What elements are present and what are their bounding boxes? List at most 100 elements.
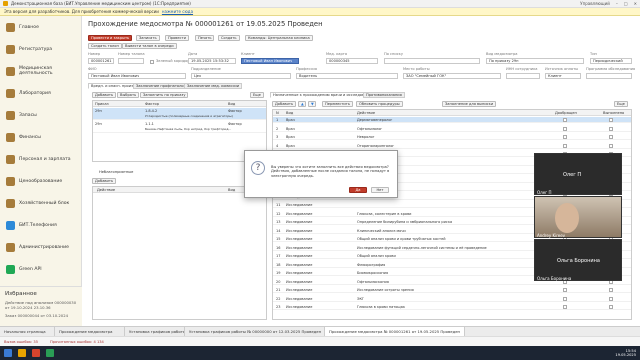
- update-procedures-button[interactable]: Обновить процедуры: [356, 101, 403, 107]
- number-field[interactable]: 000001261: [88, 58, 114, 64]
- favorite-item[interactable]: Заказ 000000044 от 03.10.2024: [5, 313, 77, 318]
- sidebar-item[interactable]: БИТ.Телефония: [0, 214, 81, 236]
- right-add-button[interactable]: Добавить: [272, 101, 297, 107]
- app-icon[interactable]: [46, 349, 54, 357]
- table-row[interactable]: 4 Врач Оториноларинголог: [273, 143, 631, 149]
- sidebar-item[interactable]: Регистратура: [0, 38, 81, 60]
- green-corridor-label: Зеленый коридор: [156, 59, 190, 63]
- exam-kind-field[interactable]: По приказу 29н: [486, 58, 584, 64]
- post-button[interactable]: Провести: [165, 35, 189, 41]
- app-icon[interactable]: [32, 349, 40, 357]
- page-title: Прохождение медосмотра № 000001261 от 19…: [88, 20, 323, 28]
- start-icon[interactable]: [4, 349, 12, 357]
- sidebar-item[interactable]: Хозяйственный блок: [0, 192, 81, 214]
- called-checkbox[interactable]: [563, 126, 567, 131]
- client-field[interactable]: Пестовый Иван Иванович: [241, 58, 299, 64]
- division-field[interactable]: Цех: [191, 73, 291, 79]
- favorite-item-date[interactable]: от 19.10.2024 23.10.36: [5, 305, 77, 310]
- left-more-button[interactable]: Еще: [250, 92, 264, 98]
- clinic-commands-button[interactable]: Команды: Центральная клиника: [245, 35, 313, 41]
- left-add-button[interactable]: Добавить: [92, 92, 117, 98]
- developer-info-bar: Эта версия для разработчиков. Для приобр…: [0, 8, 640, 16]
- buy-link[interactable]: нажмите сюда: [162, 9, 193, 14]
- table-row[interactable]: 29н 1.8.4.2 Углеродистые (полимерные сое…: [93, 108, 266, 120]
- sidebar-item[interactable]: Запасы: [0, 104, 81, 126]
- done-checkbox[interactable]: [609, 288, 613, 292]
- move-down-icon[interactable]: ▼: [308, 101, 316, 107]
- open-tab[interactable]: Установка графиков работы: [125, 326, 185, 337]
- read-errors-count[interactable]: Прочитанных ошибок: 4 134: [50, 340, 104, 344]
- unfavorable-add-button[interactable]: Добавить: [92, 178, 117, 184]
- sidebar-item[interactable]: Лаборатория: [0, 82, 81, 104]
- open-tab-active[interactable]: Прохождение медосмотра № 000001261 от 19…: [325, 326, 465, 337]
- sidebar-item[interactable]: Главное: [0, 16, 81, 38]
- user-name[interactable]: Управляющий: [580, 1, 610, 6]
- type-field[interactable]: Периодический: [590, 58, 632, 64]
- tab-contraindications[interactable]: Противопоказания: [363, 92, 405, 98]
- med-card-field[interactable]: 000000345: [326, 58, 378, 64]
- post-and-close-button[interactable]: Провести и закрыть: [88, 35, 133, 41]
- open-tab[interactable]: Начальная страница: [0, 326, 55, 337]
- table-row[interactable]: 2 Врач Офтальмолог: [273, 126, 631, 132]
- create-ticket-button[interactable]: Создать талон: [88, 43, 122, 49]
- by-list-field[interactable]: [384, 58, 480, 64]
- sidebar-item[interactable]: Медицинская деятельность: [0, 60, 81, 82]
- maximize-icon[interactable]: □: [624, 1, 628, 6]
- errors-count[interactable]: Вызов ошибок: 35: [4, 340, 38, 344]
- table-row[interactable]: 3 Врач Невролог: [273, 134, 631, 140]
- tab-med-commission[interactable]: Заключение мед. комиссии: [184, 83, 243, 89]
- system-clock[interactable]: 15:54 19.05.2025: [615, 349, 636, 358]
- sidebar-item[interactable]: Администрирование: [0, 236, 81, 258]
- called-checkbox[interactable]: [563, 296, 567, 301]
- program-field[interactable]: [586, 73, 632, 79]
- called-checkbox[interactable]: [563, 118, 567, 122]
- open-tab[interactable]: Прохождение медосмотра: [55, 326, 125, 337]
- create-button[interactable]: Создать: [218, 35, 240, 41]
- sidebar-item[interactable]: Green API: [0, 258, 81, 280]
- table-row[interactable]: 29н 1.1.1 Бензин-Нефтяная пыль, бор нитр…: [93, 121, 266, 133]
- tab-profpathologist[interactable]: Заключение профпатолога: [133, 83, 191, 89]
- write-button[interactable]: Записать: [136, 35, 160, 41]
- fill-by-order-button[interactable]: Заполнить по приказу: [140, 92, 189, 98]
- fio-field[interactable]: Пестовый Иван Иванович: [88, 73, 186, 79]
- ticket-number-field[interactable]: [118, 58, 144, 64]
- table-row[interactable]: 1 Врач Дерматовенеролог: [273, 117, 631, 123]
- done-checkbox[interactable]: [609, 143, 613, 148]
- right-more-button[interactable]: Еще: [614, 101, 628, 107]
- minimize-icon[interactable]: –: [616, 1, 618, 6]
- done-checkbox[interactable]: [609, 135, 613, 139]
- fill-for-exec-button[interactable]: Заполнение для выписки: [442, 101, 497, 107]
- called-checkbox[interactable]: [563, 143, 567, 148]
- reorder-button[interactable]: Переместить: [322, 101, 353, 107]
- done-checkbox[interactable]: [609, 126, 613, 131]
- print-button[interactable]: Печать: [195, 35, 215, 41]
- done-checkbox[interactable]: [609, 296, 613, 301]
- done-checkbox[interactable]: [609, 118, 613, 122]
- payment-source-field[interactable]: Клиент: [545, 73, 581, 79]
- cell-action: Дерматовенеролог: [357, 118, 393, 122]
- table-row[interactable]: 21 Исследование Исследование остроты зрени…: [273, 287, 631, 293]
- called-checkbox[interactable]: [563, 288, 567, 292]
- tab-assigned-doctors[interactable]: Назначенные к прохождению врачи и исслед…: [270, 92, 377, 98]
- table-row[interactable]: 22 Исследование ЭКГ: [273, 296, 631, 302]
- sidebar-item[interactable]: Персонал и зарплата: [0, 148, 81, 170]
- move-up-icon[interactable]: ▲: [298, 101, 306, 107]
- green-corridor-checkbox[interactable]: [150, 60, 154, 64]
- open-tab[interactable]: Установка графиков работы № 00000000 от …: [185, 326, 325, 337]
- work-place-field[interactable]: ЗАО "Семейный ГОК": [403, 73, 501, 79]
- close-icon[interactable]: ✕: [634, 1, 637, 6]
- file-explorer-icon[interactable]: [18, 349, 26, 357]
- called-checkbox[interactable]: [563, 135, 567, 139]
- done-checkbox[interactable]: [609, 305, 613, 309]
- left-select-button[interactable]: Выбрать: [117, 92, 140, 98]
- sidebar-item[interactable]: Ценообразование: [0, 170, 81, 192]
- yes-button[interactable]: Да: [349, 187, 367, 193]
- inn-field[interactable]: [506, 73, 540, 79]
- profession-field[interactable]: Водитель: [296, 73, 398, 79]
- table-row[interactable]: 23 Исследование Глюкоза в крови натощак: [273, 304, 631, 310]
- queue-ticket-button[interactable]: Вывести талон в очереди: [122, 43, 177, 49]
- sidebar-item[interactable]: Финансы: [0, 126, 81, 148]
- no-button[interactable]: Нет: [371, 187, 389, 193]
- called-checkbox[interactable]: [563, 305, 567, 309]
- date-field[interactable]: 19.05.2025 15:53:32: [188, 58, 236, 64]
